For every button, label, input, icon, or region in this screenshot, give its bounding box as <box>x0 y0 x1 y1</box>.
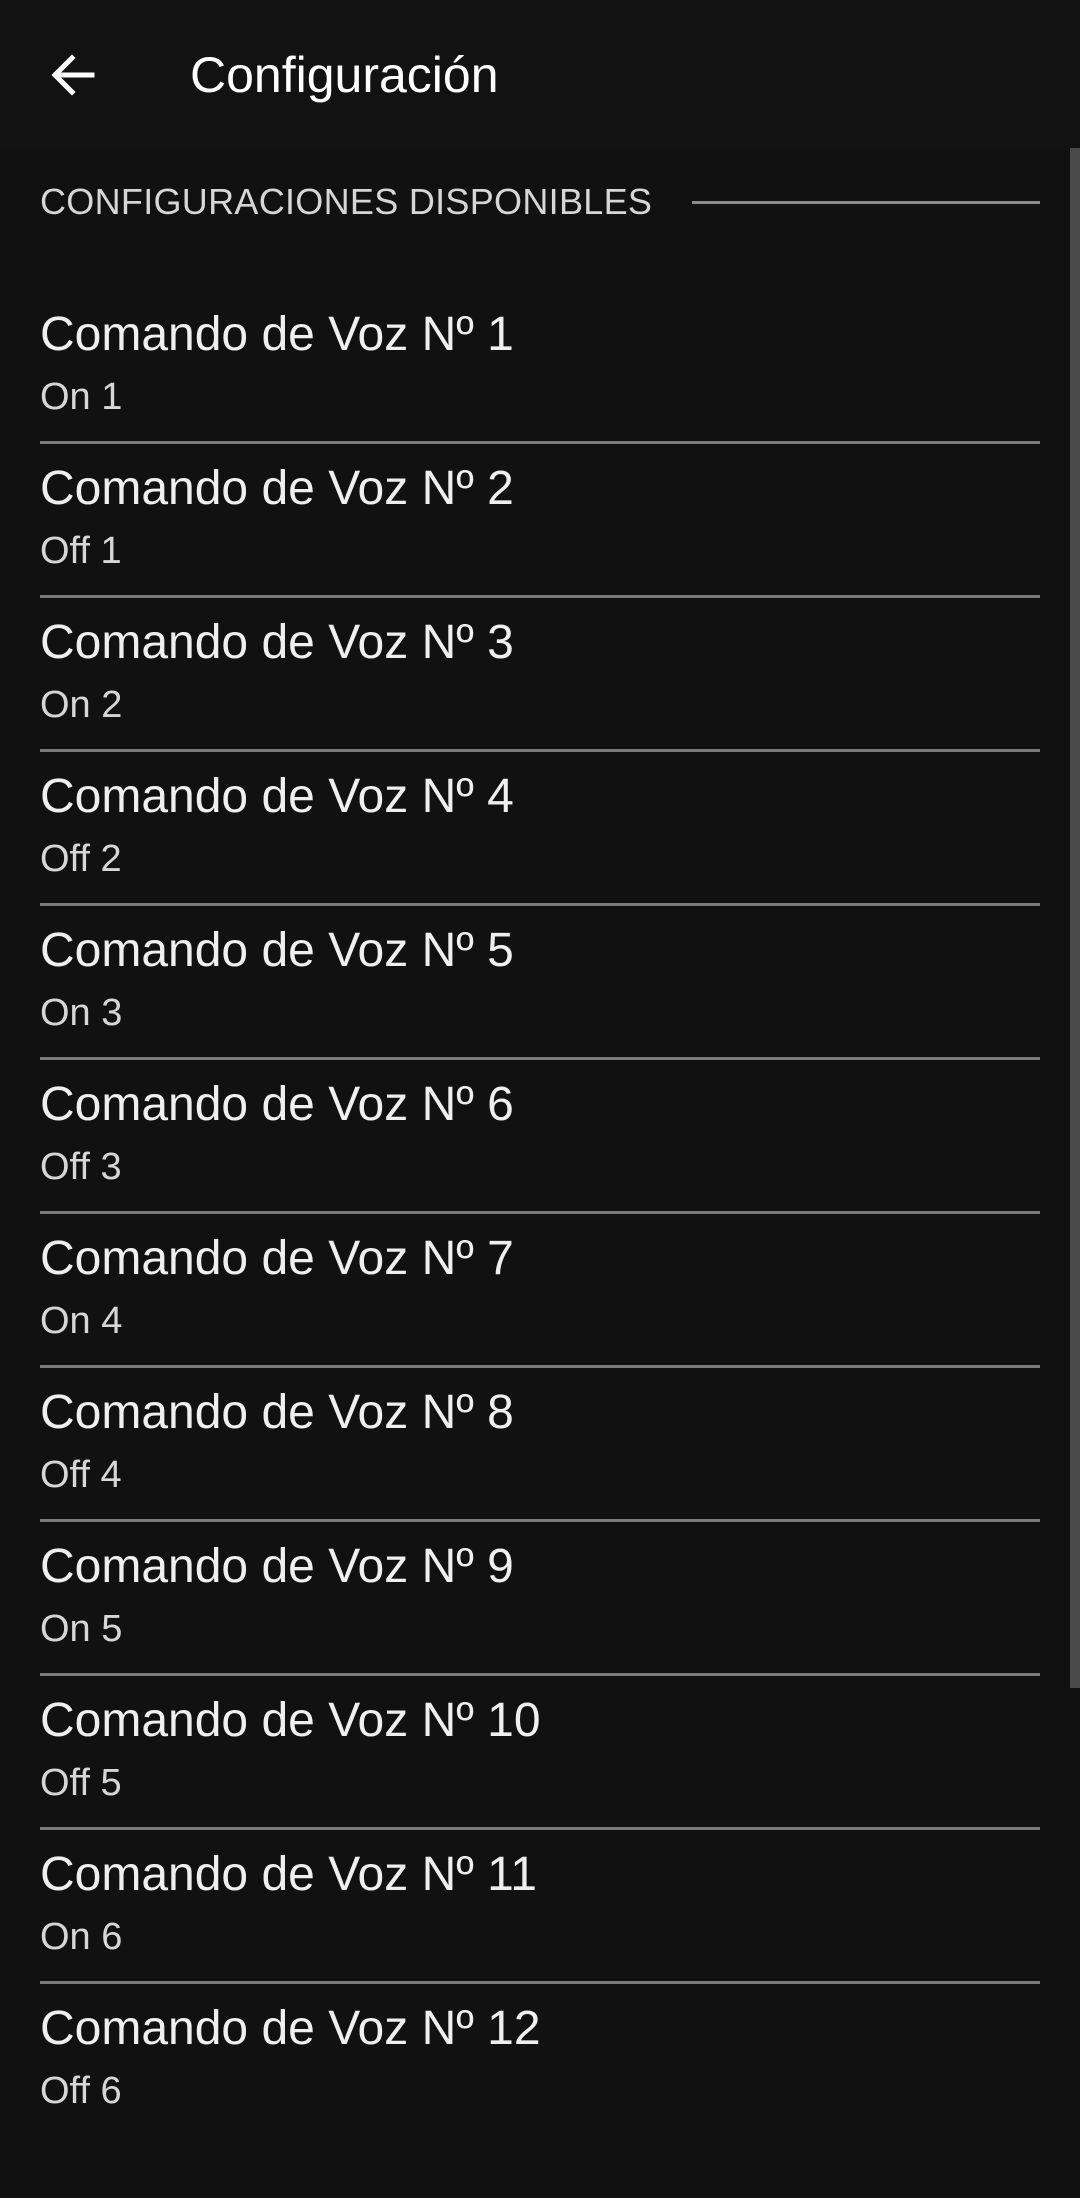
voice-command-item-5[interactable]: Comando de Voz Nº 5 On 3 <box>40 906 1040 1060</box>
voice-command-item-9[interactable]: Comando de Voz Nº 9 On 5 <box>40 1522 1040 1676</box>
voice-command-item-7[interactable]: Comando de Voz Nº 7 On 4 <box>40 1214 1040 1368</box>
voice-command-item-8[interactable]: Comando de Voz Nº 8 Off 4 <box>40 1368 1040 1522</box>
item-title: Comando de Voz Nº 11 <box>40 1848 537 1901</box>
arrow-left-icon <box>51 54 95 96</box>
item-summary: Off 1 <box>40 530 122 572</box>
settings-list-container[interactable]: CONFIGURACIONES DISPONIBLES Comando de V… <box>0 148 1070 2198</box>
item-summary: Off 3 <box>40 1146 122 1188</box>
voice-command-list: Comando de Voz Nº 1 On 1 Comando de Voz … <box>40 290 1040 2135</box>
item-summary: Off 6 <box>40 2070 122 2112</box>
page-title: Configuración <box>190 47 499 103</box>
item-title: Comando de Voz Nº 7 <box>40 1232 514 1285</box>
section-divider <box>692 200 1040 204</box>
item-summary: On 2 <box>40 684 123 726</box>
item-title: Comando de Voz Nº 8 <box>40 1386 514 1439</box>
voice-command-item-12[interactable]: Comando de Voz Nº 12 Off 6 <box>40 1984 1040 2135</box>
app-toolbar: Configuración <box>0 0 1080 148</box>
item-title: Comando de Voz Nº 10 <box>40 1694 541 1747</box>
item-title: Comando de Voz Nº 5 <box>40 924 514 977</box>
item-title: Comando de Voz Nº 4 <box>40 770 514 823</box>
item-summary: On 6 <box>40 1916 123 1958</box>
item-summary: On 5 <box>40 1608 123 1650</box>
voice-command-item-4[interactable]: Comando de Voz Nº 4 Off 2 <box>40 752 1040 906</box>
voice-command-item-11[interactable]: Comando de Voz Nº 11 On 6 <box>40 1830 1040 1984</box>
item-summary: On 1 <box>40 376 123 418</box>
item-title: Comando de Voz Nº 12 <box>40 2002 541 2055</box>
item-title: Comando de Voz Nº 3 <box>40 616 514 669</box>
item-summary: On 3 <box>40 992 123 1034</box>
item-title: Comando de Voz Nº 9 <box>40 1540 514 1593</box>
settings-screen: Configuración CONFIGURACIONES DISPONIBLE… <box>0 0 1080 2198</box>
item-title: Comando de Voz Nº 2 <box>40 462 514 515</box>
item-summary: Off 4 <box>40 1454 122 1496</box>
item-summary: Off 5 <box>40 1762 122 1804</box>
scrollbar[interactable] <box>1070 148 1080 1688</box>
voice-command-item-10[interactable]: Comando de Voz Nº 10 Off 5 <box>40 1676 1040 1830</box>
voice-command-item-1[interactable]: Comando de Voz Nº 1 On 1 <box>40 290 1040 444</box>
voice-command-item-2[interactable]: Comando de Voz Nº 2 Off 1 <box>40 444 1040 598</box>
back-button[interactable] <box>28 30 118 120</box>
item-summary: On 4 <box>40 1300 123 1342</box>
section-title: CONFIGURACIONES DISPONIBLES <box>40 181 653 222</box>
section-header: CONFIGURACIONES DISPONIBLES <box>40 180 1040 224</box>
item-title: Comando de Voz Nº 6 <box>40 1078 514 1131</box>
item-summary: Off 2 <box>40 838 122 880</box>
item-title: Comando de Voz Nº 1 <box>40 308 514 361</box>
voice-command-item-3[interactable]: Comando de Voz Nº 3 On 2 <box>40 598 1040 752</box>
voice-command-item-6[interactable]: Comando de Voz Nº 6 Off 3 <box>40 1060 1040 1214</box>
